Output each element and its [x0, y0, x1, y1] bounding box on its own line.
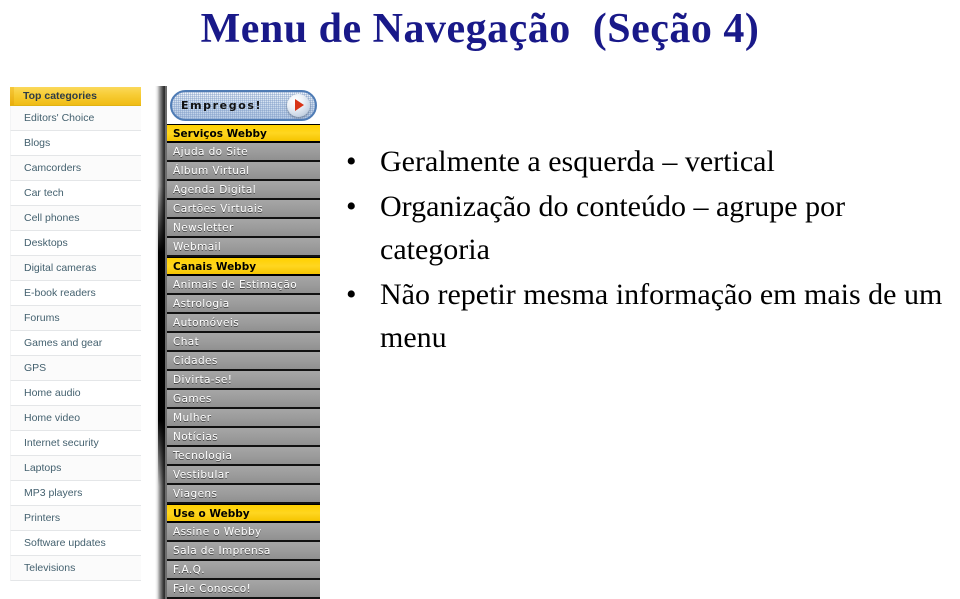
top-categories-item[interactable]: Laptops: [10, 456, 141, 481]
top-categories-item[interactable]: Desktops: [10, 231, 141, 256]
bullet-text: Não repetir mesma informação em mais de …: [380, 278, 943, 354]
webby-menu-item[interactable]: Sala de Imprensa: [167, 542, 320, 561]
bullet-item: • Não repetir mesma informação em mais de…: [336, 273, 956, 359]
bullet-marker-icon: •: [346, 278, 357, 311]
top-categories-item[interactable]: Blogs: [10, 131, 141, 156]
top-categories-item[interactable]: Editors' Choice: [10, 106, 141, 131]
webby-menu-item[interactable]: Fale Conosco!: [167, 580, 320, 599]
page-edge-shadow-core: [158, 186, 165, 486]
top-categories-item[interactable]: Digital cameras: [10, 256, 141, 281]
webby-menu-item[interactable]: Games: [167, 390, 320, 409]
webby-menu-item[interactable]: F.A.Q.: [167, 561, 320, 580]
webby-menu-item[interactable]: Ajuda do Site: [167, 143, 320, 162]
webby-menu-item[interactable]: Newsletter: [167, 219, 320, 238]
webby-menu-section-header: Canais Webby: [167, 257, 320, 276]
empregos-banner-label: Empregos!: [181, 99, 263, 112]
top-categories-item[interactable]: Cell phones: [10, 206, 141, 231]
bullet-item: • Organização do conteúdo – agrupe por ca…: [336, 185, 956, 271]
webby-menu-item[interactable]: Cidades: [167, 352, 320, 371]
play-arrow-icon[interactable]: [287, 94, 310, 117]
top-categories-item[interactable]: Forums: [10, 306, 141, 331]
webby-menu-item[interactable]: Álbum Virtual: [167, 162, 320, 181]
webby-menu-section-header: Use o Webby: [167, 504, 320, 523]
webby-menu-item[interactable]: Chat: [167, 333, 320, 352]
webby-menu-item[interactable]: Animais de Estimação: [167, 276, 320, 295]
webby-menu-item[interactable]: Assine o Webby: [167, 523, 320, 542]
top-categories-item[interactable]: Home audio: [10, 381, 141, 406]
top-categories-panel: Top categories Editors' Choice Blogs Camco…: [10, 87, 141, 581]
empregos-banner[interactable]: Empregos!: [170, 90, 317, 121]
top-categories-item[interactable]: Games and gear: [10, 331, 141, 356]
top-categories-item[interactable]: Software updates: [10, 531, 141, 556]
webby-menu-item[interactable]: Webmail: [167, 238, 320, 257]
webby-menu-list: Serviços Webby Ajuda do Site Álbum Virtual…: [167, 124, 320, 599]
top-categories-item[interactable]: E-book readers: [10, 281, 141, 306]
top-categories-item[interactable]: GPS: [10, 356, 141, 381]
webby-menu-item[interactable]: Divirta-se!: [167, 371, 320, 390]
top-categories-item[interactable]: Printers: [10, 506, 141, 531]
bullet-item: • Geralmente a esquerda – vertical: [336, 140, 956, 183]
top-categories-item[interactable]: Camcorders: [10, 156, 141, 181]
bullet-list: • Geralmente a esquerda – vertical • Organi…: [336, 140, 956, 361]
top-categories-item[interactable]: Home video: [10, 406, 141, 431]
webby-menu-item[interactable]: Mulher: [167, 409, 320, 428]
empregos-banner-container: Empregos!: [167, 86, 320, 124]
top-categories-item[interactable]: Televisions: [10, 556, 141, 581]
top-categories-item[interactable]: MP3 players: [10, 481, 141, 506]
webby-menu-item[interactable]: Automóveis: [167, 314, 320, 333]
webby-menu-panel: Empregos! Serviços Webby Ajuda do Site Álb…: [165, 86, 320, 599]
bullet-marker-icon: •: [346, 190, 357, 223]
bullet-marker-icon: •: [346, 145, 357, 178]
top-categories-item[interactable]: Car tech: [10, 181, 141, 206]
webby-menu-section-header: Serviços Webby: [167, 124, 320, 143]
webby-menu-item[interactable]: Agenda Digital: [167, 181, 320, 200]
bullet-text: Organização do conteúdo – agrupe por cat…: [380, 190, 846, 266]
webby-menu-item[interactable]: Viagens: [167, 485, 320, 504]
bullet-text: Geralmente a esquerda – vertical: [380, 145, 775, 178]
page-title: Menu de Navegação (Seção 4): [200, 6, 760, 52]
top-categories-header: Top categories: [10, 87, 141, 106]
top-categories-item[interactable]: Internet security: [10, 431, 141, 456]
webby-menu-item[interactable]: Astrologia: [167, 295, 320, 314]
webby-menu-item[interactable]: Tecnologia: [167, 447, 320, 466]
webby-menu-item[interactable]: Notícias: [167, 428, 320, 447]
webby-menu-item[interactable]: Cartões Virtuais: [167, 200, 320, 219]
top-categories-list: Editors' Choice Blogs Camcorders Car tech Ce…: [10, 106, 141, 581]
webby-menu-item[interactable]: Vestibular: [167, 466, 320, 485]
